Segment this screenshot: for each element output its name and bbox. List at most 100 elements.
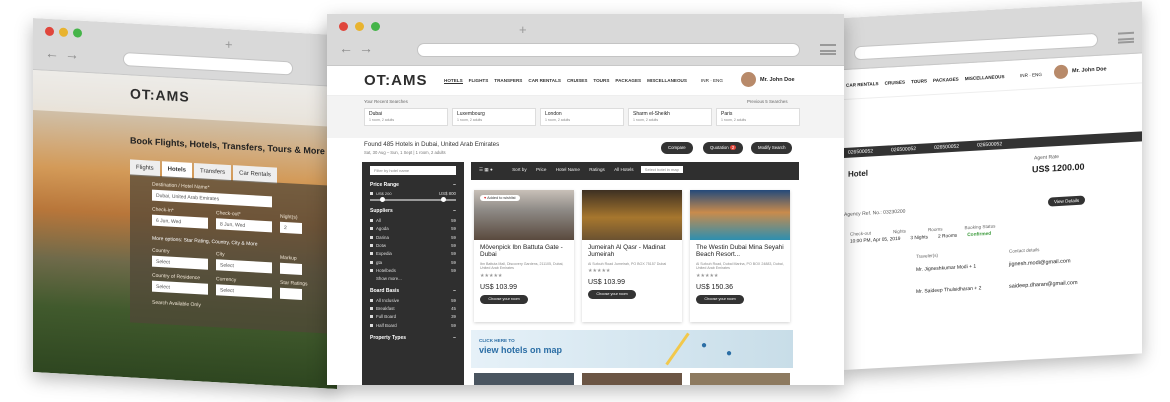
nav-tours[interactable]: TOURS: [593, 78, 609, 84]
logo[interactable]: OT:AMS: [364, 72, 428, 89]
address-bar[interactable]: [123, 52, 293, 76]
back-arrow-icon[interactable]: ←: [339, 40, 353, 56]
collapse-icon[interactable]: −: [453, 208, 456, 214]
search-available-checkbox[interactable]: Search Available Only: [152, 300, 318, 315]
sort-all-hotels[interactable]: All Hotels: [614, 167, 633, 172]
nav-miscellaneous[interactable]: MISCELLANEOUS: [965, 74, 1005, 81]
close-dot-icon[interactable]: [45, 26, 54, 37]
nav-packages[interactable]: PACKAGES: [615, 78, 641, 84]
recent-search-card[interactable]: Luxembourg 1 room, 2 adults: [452, 108, 536, 126]
email-1[interactable]: jignesh.modi@gmail.com: [1009, 258, 1071, 267]
hotel-name[interactable]: The Westin Dubai Mina Seyahi Beach Resor…: [696, 244, 784, 259]
property-types-header[interactable]: Property Types −: [370, 335, 456, 341]
minimize-dot-icon[interactable]: [355, 22, 364, 31]
nav-car-rentals[interactable]: CAR RENTALS: [846, 81, 879, 88]
choose-room-button[interactable]: Choose your room: [480, 294, 528, 304]
hotel-name[interactable]: Jumeirah Al Qasr - Madinat Jumeirah: [588, 244, 676, 259]
checkin-input[interactable]: 6 Jun, Wed: [152, 214, 208, 229]
map-pin-icon[interactable]: ●: [490, 167, 493, 172]
star-select[interactable]: [280, 287, 302, 301]
user-name[interactable]: Mr. John Doe: [1072, 66, 1107, 74]
menu-icon[interactable]: [1118, 31, 1134, 44]
price-slider[interactable]: [370, 197, 456, 203]
hotel-card[interactable]: The Westin Dubai Mina Seyahi Beach Resor…: [690, 190, 790, 322]
recent-search-card[interactable]: London 1 room, 2 adults: [540, 108, 624, 126]
menu-icon[interactable]: [820, 44, 836, 55]
show-more-link[interactable]: Show more...: [376, 276, 456, 281]
view-details-button[interactable]: View Details: [1048, 195, 1086, 207]
sort-ratings[interactable]: Ratings: [589, 167, 605, 172]
nav-tours[interactable]: TOURS: [911, 78, 927, 84]
choose-room-button[interactable]: Choose your room: [696, 294, 744, 304]
list-view-icon[interactable]: ☰: [479, 167, 483, 172]
hotel-name[interactable]: Mövenpick Ibn Battuta Gate - Dubai: [480, 244, 568, 259]
new-tab-icon[interactable]: +: [225, 37, 233, 52]
choose-room-button[interactable]: Choose your room: [588, 290, 636, 300]
board-row[interactable]: Half Board 59: [370, 323, 456, 328]
address-bar[interactable]: [854, 32, 1098, 61]
new-tab-icon[interactable]: +: [519, 22, 527, 37]
nav-hotels[interactable]: HOTELS: [444, 78, 463, 84]
board-row[interactable]: Full Board 39: [370, 314, 456, 319]
nav-packages[interactable]: PACKAGES: [933, 77, 959, 83]
lang-selector[interactable]: INR · ENG: [701, 78, 723, 83]
nav-cruises[interactable]: CRUISES: [885, 80, 905, 86]
supplier-row[interactable]: Agoda 59: [370, 226, 456, 231]
back-arrow-icon[interactable]: ←: [45, 45, 59, 62]
price-range-header[interactable]: Price Range −: [370, 182, 456, 188]
quotation-button[interactable]: Quotation 2: [703, 142, 744, 154]
grid-view-icon[interactable]: ▦: [484, 167, 488, 172]
view-map-banner[interactable]: CLICK HERE TO view hotels on map ● ●: [471, 330, 793, 368]
close-dot-icon[interactable]: [339, 22, 348, 31]
sort-hotel-name[interactable]: Hotel Name: [556, 167, 580, 172]
map-search-input[interactable]: Select hotel in map: [640, 166, 683, 173]
modify-search-button[interactable]: Modify Search: [751, 142, 793, 154]
minimize-dot-icon[interactable]: [59, 27, 68, 37]
slider-handle-max[interactable]: [441, 197, 446, 203]
supplier-row[interactable]: Dotw 59: [370, 243, 456, 248]
nav-transfers[interactable]: TRANSFERS: [494, 78, 522, 84]
compare-button[interactable]: Compare: [661, 142, 693, 154]
collapse-icon[interactable]: −: [453, 335, 456, 341]
hotel-card[interactable]: Jumeirah Al Qasr - Madinat Jumeirah Al S…: [582, 190, 682, 322]
recent-search-card[interactable]: Sharm el-Sheikh 1 room, 2 adults: [628, 108, 712, 126]
address-bar[interactable]: [417, 43, 800, 57]
maximize-dot-icon[interactable]: [73, 28, 82, 38]
recent-search-card[interactable]: Dubai 1 room, 2 adults: [364, 108, 448, 126]
nights-select[interactable]: 2: [280, 221, 302, 235]
nav-cruises[interactable]: CRUISES: [567, 78, 587, 84]
maximize-dot-icon[interactable]: [371, 22, 380, 31]
email-2[interactable]: saideep.dharan@gmail.com: [1009, 280, 1078, 290]
board-row[interactable]: All Inclusive 59: [370, 298, 456, 303]
previous-searches-link[interactable]: Previous 5 Searches: [747, 99, 788, 104]
sort-price[interactable]: Price: [536, 167, 546, 172]
board-row[interactable]: Breakfast 45: [370, 306, 456, 311]
checkout-input[interactable]: 8 Jun, Wed: [216, 218, 272, 233]
user-name[interactable]: Mr. John Doe: [760, 77, 795, 83]
supplier-row[interactable]: gta 59: [370, 260, 456, 265]
hotel-card[interactable]: ♥ Added to wishlist Mövenpick Ibn Battut…: [474, 190, 574, 322]
currency-select[interactable]: Select: [216, 284, 272, 299]
supplier-row[interactable]: Darina 59: [370, 235, 456, 240]
residence-select[interactable]: Select: [152, 280, 208, 295]
heart-icon[interactable]: ♥: [484, 196, 486, 200]
avatar[interactable]: [741, 72, 756, 87]
nav-miscellaneous[interactable]: MISCELLANEOUS: [647, 78, 687, 84]
suppliers-header[interactable]: Suppliers −: [370, 208, 456, 214]
forward-arrow-icon[interactable]: →: [359, 40, 373, 56]
supplier-count: 59: [451, 217, 456, 223]
slider-handle-min[interactable]: [380, 197, 385, 203]
nav-car-rentals[interactable]: CAR RENTALS: [528, 78, 561, 84]
collapse-icon[interactable]: −: [453, 182, 456, 188]
board-basis-header[interactable]: Board Basis −: [370, 288, 456, 294]
filter-hotel-input[interactable]: Filter by hotel name: [370, 166, 456, 175]
recent-search-card[interactable]: Paris 1 room, 2 adults: [716, 108, 800, 126]
forward-arrow-icon[interactable]: →: [65, 46, 79, 63]
supplier-row[interactable]: All 59: [370, 218, 456, 223]
supplier-row[interactable]: Hotelbeds 59: [370, 268, 456, 273]
nav-flights[interactable]: FLIGHTS: [469, 78, 489, 84]
collapse-icon[interactable]: −: [453, 288, 456, 294]
avatar[interactable]: [1054, 64, 1068, 80]
supplier-row[interactable]: Expedia 59: [370, 251, 456, 256]
lang-selector[interactable]: INR · ENG: [1020, 72, 1042, 78]
